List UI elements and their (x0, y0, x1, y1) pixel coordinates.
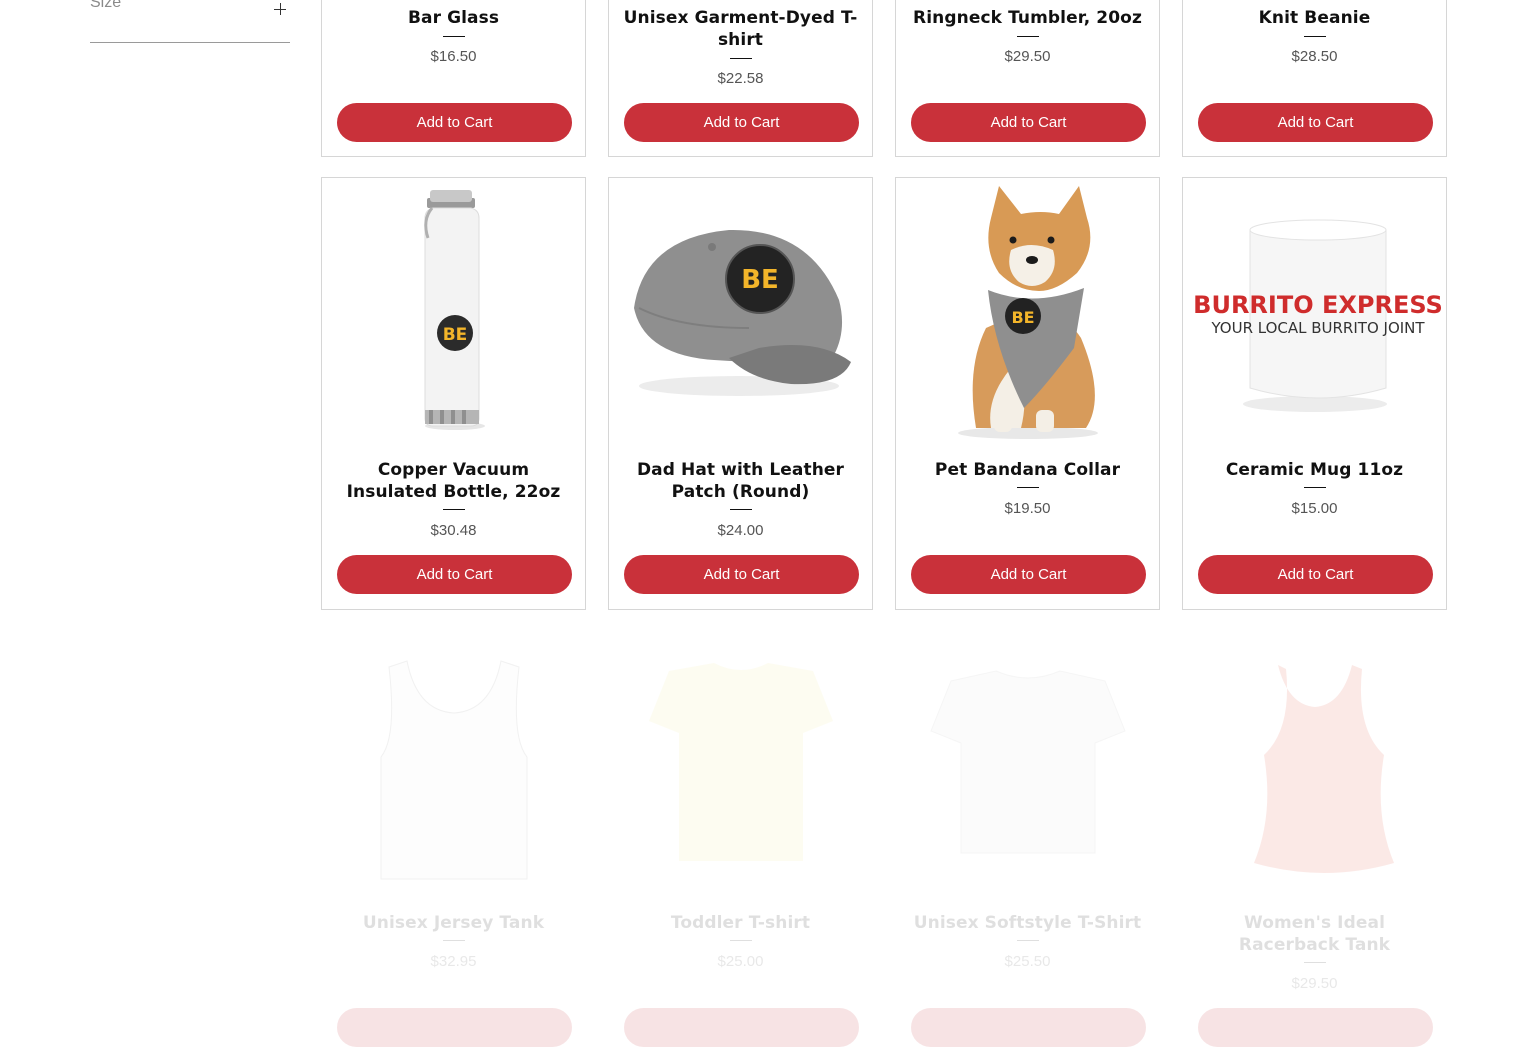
add-to-cart-button[interactable] (337, 1008, 572, 1047)
product-card[interactable]: BE Pet Bandana Collar $19.50 Add to Cart (895, 177, 1160, 610)
product-image[interactable]: BE (322, 178, 585, 440)
add-to-cart-button[interactable] (624, 1008, 859, 1047)
title-divider (729, 509, 752, 510)
title-divider (1303, 36, 1326, 37)
title-divider (1016, 940, 1039, 941)
product-price: $29.50 (1004, 48, 1051, 65)
svg-text:BURRITO EXPRESS: BURRITO EXPRESS (1193, 291, 1443, 319)
product-price: $15.00 (1291, 500, 1338, 517)
add-to-cart-button[interactable]: Add to Cart (624, 103, 859, 142)
add-to-cart-button[interactable]: Add to Cart (337, 555, 572, 594)
svg-text:YOUR LOCAL BURRITO JOINT: YOUR LOCAL BURRITO JOINT (1210, 319, 1425, 337)
add-to-cart-button[interactable]: Add to Cart (624, 555, 859, 594)
add-to-cart-button[interactable]: Add to Cart (1198, 103, 1433, 142)
size-filter[interactable]: Size (90, 0, 290, 43)
product-image[interactable]: BE (609, 178, 872, 440)
title-divider (729, 58, 752, 59)
product-title[interactable]: Copper Vacuum Insulated Bottle, 22oz (332, 459, 575, 503)
product-title[interactable]: Toddler T-shirt (619, 912, 862, 934)
product-card[interactable]: Bar Glass $16.50 Add to Cart (321, 0, 586, 157)
product-title[interactable]: Women's Ideal Racerback Tank (1193, 912, 1436, 956)
product-card[interactable]: Unisex Softstyle T-Shirt $25.50 (895, 630, 1160, 1063)
svg-text:BE: BE (741, 265, 779, 295)
title-divider (442, 509, 465, 510)
product-card[interactable]: Unisex Garment-Dyed T-shirt $22.58 Add t… (608, 0, 873, 157)
product-price: $29.50 (1291, 975, 1338, 992)
product-title[interactable]: Knit Beanie (1193, 7, 1436, 29)
product-card[interactable]: Unisex Jersey Tank $32.95 (321, 630, 586, 1063)
title-divider (1303, 487, 1326, 488)
product-title[interactable]: Bar Glass (332, 7, 575, 29)
title-divider (1303, 962, 1326, 963)
product-image[interactable] (322, 631, 585, 893)
product-price: $16.50 (430, 48, 477, 65)
product-title[interactable]: Dad Hat with Leather Patch (Round) (619, 459, 862, 503)
product-image[interactable] (609, 631, 872, 893)
product-title[interactable]: Ceramic Mug 11oz (1193, 459, 1436, 481)
product-price: $25.00 (717, 953, 764, 970)
title-divider (729, 940, 752, 941)
product-card[interactable]: Women's Ideal Racerback Tank $29.50 (1182, 630, 1447, 1063)
product-price: $22.58 (717, 70, 764, 87)
product-card[interactable]: BE Copper Vacuum Insulated Bottle, 22oz … (321, 177, 586, 610)
product-image[interactable]: BURRITO EXPRESS YOUR LOCAL BURRITO JOINT (1183, 178, 1446, 440)
title-divider (442, 940, 465, 941)
add-to-cart-button[interactable] (1198, 1008, 1433, 1047)
product-card[interactable]: Knit Beanie $28.50 Add to Cart (1182, 0, 1447, 157)
product-image[interactable]: BE (896, 178, 1159, 440)
add-to-cart-button[interactable]: Add to Cart (1198, 555, 1433, 594)
product-image[interactable] (896, 631, 1159, 893)
product-price: $25.50 (1004, 953, 1051, 970)
product-card[interactable]: Ringneck Tumbler, 20oz $29.50 Add to Car… (895, 0, 1160, 157)
product-price: $30.48 (430, 522, 477, 539)
product-card[interactable]: BE Dad Hat with Leather Patch (Round) $2… (608, 177, 873, 610)
title-divider (1016, 36, 1039, 37)
product-title[interactable]: Unisex Jersey Tank (332, 912, 575, 934)
product-price: $32.95 (430, 953, 477, 970)
product-title[interactable]: Unisex Garment-Dyed T-shirt (619, 7, 862, 51)
title-divider (442, 36, 465, 37)
product-price: $24.00 (717, 522, 764, 539)
product-price: $19.50 (1004, 500, 1051, 517)
product-title[interactable]: Pet Bandana Collar (906, 459, 1149, 481)
add-to-cart-button[interactable] (911, 1008, 1146, 1047)
product-image[interactable] (1183, 631, 1446, 893)
svg-text:BE: BE (1011, 308, 1034, 327)
svg-text:BE: BE (443, 325, 468, 345)
add-to-cart-button[interactable]: Add to Cart (337, 103, 572, 142)
product-price: $28.50 (1291, 48, 1338, 65)
title-divider (1016, 487, 1039, 488)
add-to-cart-button[interactable]: Add to Cart (911, 103, 1146, 142)
add-to-cart-button[interactable]: Add to Cart (911, 555, 1146, 594)
product-card[interactable]: Toddler T-shirt $25.00 (608, 630, 873, 1063)
plus-icon[interactable] (274, 3, 286, 15)
size-filter-label: Size (90, 0, 122, 11)
product-title[interactable]: Ringneck Tumbler, 20oz (906, 7, 1149, 29)
product-title[interactable]: Unisex Softstyle T-Shirt (906, 912, 1149, 934)
product-card[interactable]: BURRITO EXPRESS YOUR LOCAL BURRITO JOINT… (1182, 177, 1447, 610)
